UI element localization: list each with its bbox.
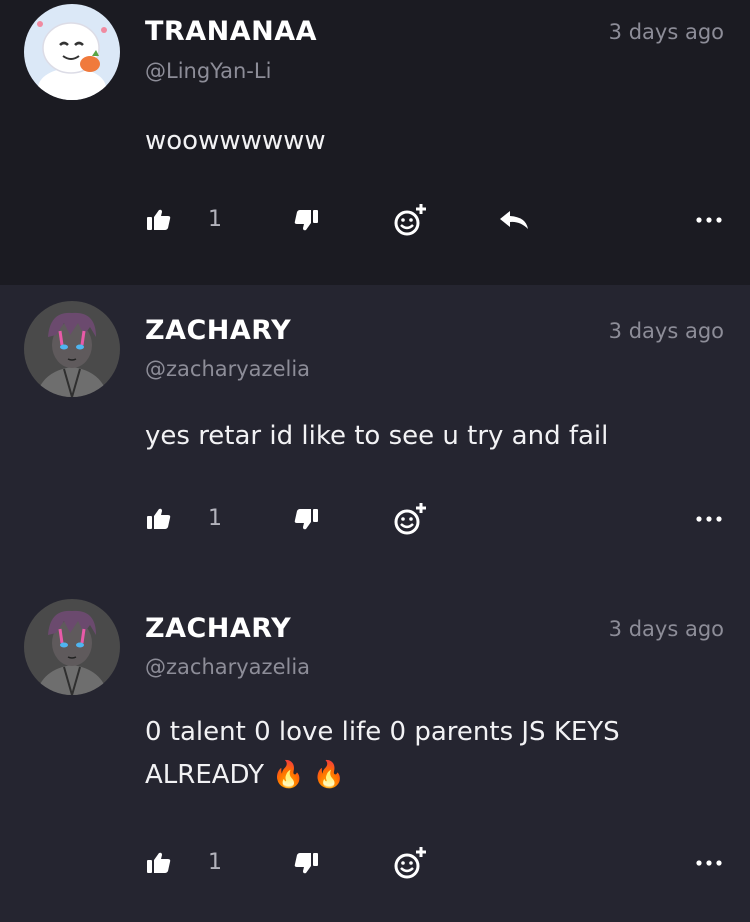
username[interactable]: ZACHARY xyxy=(145,315,291,346)
anime-character-avatar-icon xyxy=(24,301,120,397)
avatar[interactable] xyxy=(24,4,120,100)
comment-actions: 1 xyxy=(0,843,750,883)
user-handle[interactable]: @zacharyazelia xyxy=(145,655,310,679)
like-count: 1 xyxy=(208,506,222,531)
thumbs-up-icon xyxy=(147,209,171,230)
timestamp: 3 days ago xyxy=(608,319,724,343)
dislike-button[interactable] xyxy=(293,843,319,883)
like-count: 1 xyxy=(208,850,222,875)
comment-text: woowwwwww xyxy=(145,126,326,156)
comment-actions: 1 xyxy=(0,200,750,240)
more-dots-icon xyxy=(696,217,722,223)
username[interactable]: TRANANAA xyxy=(145,16,317,47)
more-dots-icon xyxy=(696,860,722,866)
reply-arrow-icon xyxy=(500,211,528,229)
thumbs-down-icon xyxy=(294,509,318,530)
avatar[interactable] xyxy=(24,301,120,397)
comment-item: TRANANAA @LingYan-Li 3 days ago woowwwww… xyxy=(0,0,750,285)
comment-text: 0 talent 0 love life 0 parents JS KEYS A… xyxy=(145,717,620,790)
more-dots-icon xyxy=(696,516,722,522)
anime-character-avatar-icon xyxy=(24,599,120,695)
thumbs-down-icon xyxy=(294,210,318,231)
comment-item: ZACHARY @zacharyazelia 3 days ago 0 tale… xyxy=(0,583,750,922)
dislike-button[interactable] xyxy=(293,200,319,240)
user-handle[interactable]: @zacharyazelia xyxy=(145,357,310,381)
reply-button[interactable] xyxy=(498,200,530,240)
dislike-button[interactable] xyxy=(293,499,319,539)
add-emoji-icon xyxy=(394,204,426,236)
like-button[interactable] xyxy=(146,499,172,539)
timestamp: 3 days ago xyxy=(608,20,724,44)
timestamp: 3 days ago xyxy=(608,617,724,641)
add-emoji-icon xyxy=(394,503,426,535)
cartoon-character-avatar-icon xyxy=(24,4,120,100)
username[interactable]: ZACHARY xyxy=(145,613,291,644)
add-reaction-button[interactable] xyxy=(392,200,428,240)
thumbs-up-icon xyxy=(147,852,171,873)
comment-text: yes retar id like to see u try and fail xyxy=(145,421,609,451)
like-button[interactable] xyxy=(146,843,172,883)
more-options-button[interactable] xyxy=(696,499,722,539)
thumbs-down-icon xyxy=(294,853,318,874)
add-emoji-icon xyxy=(394,847,426,879)
like-button[interactable] xyxy=(146,200,172,240)
avatar[interactable] xyxy=(24,599,120,695)
like-count: 1 xyxy=(208,207,222,232)
add-reaction-button[interactable] xyxy=(392,843,428,883)
add-reaction-button[interactable] xyxy=(392,499,428,539)
comment-actions: 1 xyxy=(0,499,750,539)
comment-item: ZACHARY @zacharyazelia 3 days ago yes re… xyxy=(0,285,750,583)
user-handle[interactable]: @LingYan-Li xyxy=(145,59,271,83)
more-options-button[interactable] xyxy=(696,200,722,240)
more-options-button[interactable] xyxy=(696,843,722,883)
thumbs-up-icon xyxy=(147,508,171,529)
